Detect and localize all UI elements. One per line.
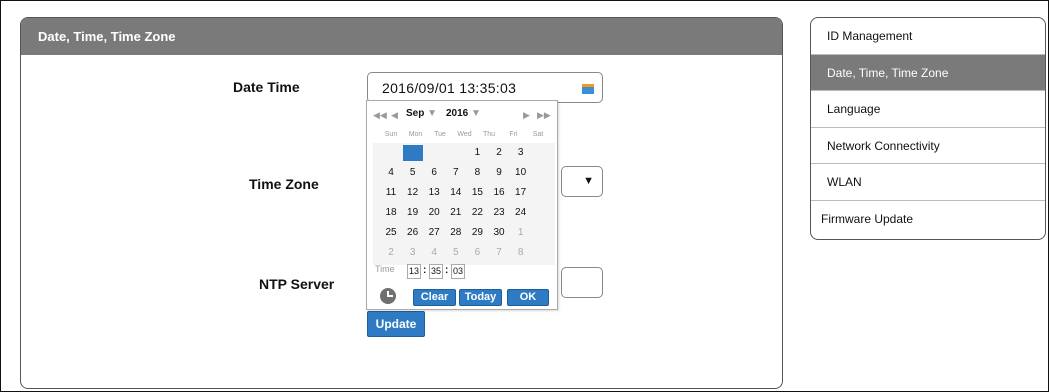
month-select[interactable]: Sep ▼ <box>406 108 437 119</box>
calendar-day[interactable]: 8 <box>511 245 531 261</box>
weekday-label: Mon <box>408 131 423 138</box>
calendar-day[interactable]: 26 <box>403 225 423 241</box>
calendar-day[interactable]: 7 <box>446 165 466 181</box>
calendar-day[interactable]: 24 <box>511 205 531 221</box>
next-year-icon[interactable]: ▶▶ <box>537 110 551 121</box>
calendar-day[interactable]: 3 <box>403 245 423 261</box>
ok-button[interactable]: OK <box>507 289 549 306</box>
date-time-label: Date Time <box>233 79 300 95</box>
calendar-day-empty[interactable] <box>402 145 423 161</box>
calendar-day[interactable]: 5 <box>446 245 466 261</box>
date-time-value: 2016/09/01 13:35:03 <box>382 80 517 96</box>
next-month-icon[interactable]: ▶ <box>523 110 530 121</box>
calendar-day-empty <box>446 145 466 161</box>
time-zone-label: Time Zone <box>249 176 319 192</box>
calendar-day[interactable]: 2 <box>381 245 401 261</box>
calendar-day[interactable]: 29 <box>467 225 487 241</box>
calendar-day[interactable]: 4 <box>424 245 444 261</box>
time-colon: : <box>423 265 427 276</box>
prev-month-icon[interactable]: ◀ <box>391 110 398 121</box>
time-colon: : <box>445 265 449 276</box>
ntp-server-label: NTP Server <box>259 276 335 292</box>
weekday-label: Thu <box>482 131 496 138</box>
prev-year-icon[interactable]: ◀◀ <box>373 110 387 121</box>
weekday-label: Fri <box>509 131 518 138</box>
calendar-day[interactable]: 13 <box>424 185 444 201</box>
calendar-day[interactable]: 10 <box>511 165 531 181</box>
calendar-day[interactable]: 20 <box>424 205 444 221</box>
calendar-header: ◀◀ ◀ Sep ▼ 2016 ▼ ▶ ▶▶ <box>367 101 557 133</box>
calendar-day[interactable]: 12 <box>403 185 423 201</box>
time-zone-select[interactable]: ▼ <box>561 166 603 197</box>
calendar-day[interactable]: 15 <box>467 185 487 201</box>
sidebar-item-wlan[interactable]: WLAN <box>811 164 1045 201</box>
month-caret-icon: ▼ <box>427 108 438 119</box>
clear-button[interactable]: Clear <box>413 289 456 306</box>
calendar-day[interactable]: 30 <box>489 225 509 241</box>
calendar-day[interactable]: 8 <box>467 165 487 181</box>
calendar-day[interactable]: 27 <box>424 225 444 241</box>
calendar-day-empty <box>381 145 401 161</box>
year-select[interactable]: 2016 ▼ <box>446 108 481 119</box>
second-field[interactable]: 03 <box>451 264 465 279</box>
year-label: 2016 <box>446 108 469 119</box>
calendar-day[interactable]: 25 <box>381 225 401 241</box>
calendar-day[interactable]: 11 <box>381 185 401 201</box>
calendar-day[interactable]: 14 <box>446 185 466 201</box>
calendar-day[interactable]: 19 <box>403 205 423 221</box>
calendar-icon[interactable] <box>582 84 594 94</box>
calendar-day[interactable]: 22 <box>467 205 487 221</box>
weekday-label: Wed <box>457 131 472 138</box>
sidebar-item-language[interactable]: Language <box>811 91 1045 128</box>
calendar-popup: ◀◀ ◀ Sep ▼ 2016 ▼ ▶ ▶▶ Sun Mon Tue Wed Thu Fr… <box>366 100 558 310</box>
weekday-label: Sat <box>532 131 544 138</box>
time-label: Time <box>375 264 395 274</box>
calendar-day[interactable]: 18 <box>381 205 401 221</box>
today-button[interactable]: Today <box>459 289 502 306</box>
calendar-day[interactable]: 21 <box>446 205 466 221</box>
days-grid: 1 2 3 4 5 6 7 8 9 10 11 12 13 14 15 16 17 18 19 20 21 22 23 24 2… <box>373 143 555 265</box>
dropdown-arrow-icon: ▼ <box>583 175 594 187</box>
calendar-day[interactable]: 9 <box>489 165 509 181</box>
hour-field[interactable]: 13 <box>407 264 421 279</box>
ntp-server-input[interactable] <box>561 267 603 298</box>
minute-field[interactable]: 35 <box>429 264 443 279</box>
calendar-day[interactable]: 1 <box>467 145 487 161</box>
weekday-row: Sun Mon Tue Wed Thu Fri Sat <box>379 131 553 143</box>
sidebar-item-id-management[interactable]: ID Management <box>811 18 1045 55</box>
sidebar-item-date-time-time-zone[interactable]: Date, Time, Time Zone <box>811 54 1045 91</box>
date-time-input[interactable]: 2016/09/01 13:35:03 <box>367 72 603 103</box>
calendar-day[interactable]: 1 <box>511 225 531 241</box>
month-label: Sep <box>406 108 425 119</box>
calendar-day[interactable]: 5 <box>403 165 423 181</box>
calendar-day[interactable]: 28 <box>446 225 466 241</box>
weekday-label: Tue <box>434 131 446 138</box>
sidebar-item-network-connectivity[interactable]: Network Connectivity <box>811 128 1045 164</box>
weekday-label: Sun <box>384 131 398 138</box>
sidebar-menu: ID Management Date, Time, Time Zone Langua… <box>810 17 1046 240</box>
calendar-day[interactable]: 23 <box>489 205 509 221</box>
calendar-day[interactable]: 7 <box>489 245 509 261</box>
calendar-day[interactable]: 3 <box>511 145 531 161</box>
calendar-day[interactable]: 16 <box>489 185 509 201</box>
year-caret-icon: ▼ <box>471 108 481 119</box>
calendar-day[interactable]: 6 <box>424 165 444 181</box>
panel-title: Date, Time, Time Zone <box>21 18 782 55</box>
update-button[interactable]: Update <box>367 311 425 337</box>
calendar-day[interactable]: 6 <box>467 245 487 261</box>
calendar-day-empty <box>424 145 444 161</box>
calendar-day[interactable]: 4 <box>381 165 401 181</box>
sidebar-item-firmware-update[interactable]: Firmware Update <box>811 201 1045 238</box>
calendar-day[interactable]: 2 <box>489 145 509 161</box>
calendar-day[interactable]: 17 <box>511 185 531 201</box>
clock-icon[interactable] <box>380 288 396 304</box>
